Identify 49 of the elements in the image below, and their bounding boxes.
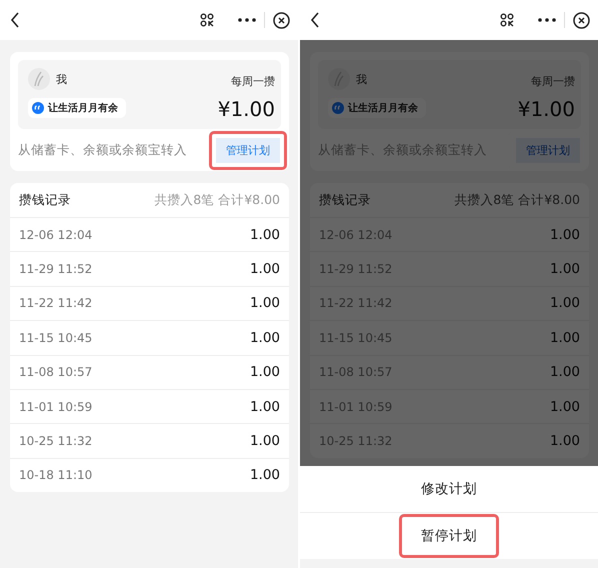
record-amount: 1.00 [250,433,280,450]
record-amount: 1.00 [550,295,580,312]
record-amount: 1.00 [250,364,280,380]
frequency-label: 每周一攒 [531,74,575,89]
records-summary: 共攒入8笔 合计¥8.00 [454,192,580,208]
record-time: 11-08 10:57 [19,365,92,380]
record-time: 11-29 11:52 [19,262,92,276]
back-icon[interactable] [310,12,320,28]
manage-plan-button[interactable]: 管理计划 [209,130,287,170]
records-summary: 共攒入8笔 合计¥8.00 [154,192,280,208]
close-icon[interactable] [573,12,590,28]
record-amount: 1.00 [250,330,280,346]
record-amount: 1.00 [250,398,280,415]
circles-icon[interactable] [200,13,214,27]
avatar-icon [28,68,50,90]
record-amount: 1.00 [250,226,280,243]
quote-icon [332,102,344,114]
plan-amount: ¥1.00 [518,97,575,121]
quote-icon [32,102,44,114]
source-text: 从储蓄卡、余额或余额宝转入 [18,142,187,158]
record-amount: 1.00 [550,330,580,346]
frequency-label: 每周一攒 [231,74,275,89]
record-amount: 1.00 [550,226,580,243]
record-amount: 1.00 [250,261,280,278]
back-icon[interactable] [10,12,20,28]
record-amount: 1.00 [550,433,580,450]
plan-amount: ¥1.00 [218,97,275,121]
user-name: 我 [56,72,67,86]
action-sheet-option[interactable]: 暂停计划 [399,514,499,558]
record-time: 11-22 11:42 [19,296,92,310]
records-title: 攒钱记录 [19,192,71,208]
record-amount: 1.00 [250,467,280,484]
user-name: 我 [356,72,367,86]
record-amount: 1.00 [250,295,280,312]
record-time: 11-01 10:59 [19,400,92,414]
record-time: 11-15 10:45 [19,330,92,345]
slogan-tag: 让生活月月有余 [328,98,426,118]
record-amount: 1.00 [550,261,580,278]
record-time: 10-18 11:10 [19,468,92,482]
records-title: 攒钱记录 [319,192,371,208]
slogan-tag: 让生活月月有余 [28,98,126,118]
record-time: 12-06 12:04 [19,228,92,242]
record-amount: 1.00 [550,398,580,415]
close-icon[interactable] [273,12,290,28]
record-amount: 1.00 [550,364,580,380]
more-icon[interactable] [538,18,556,22]
circles-icon[interactable] [500,13,514,27]
record-time: 10-25 11:32 [19,434,92,448]
more-icon[interactable] [238,18,256,22]
